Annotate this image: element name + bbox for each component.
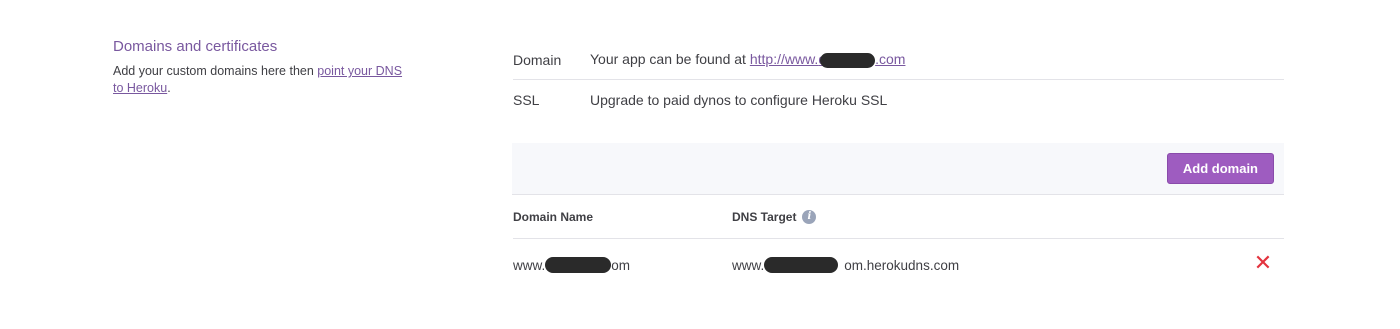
domains-table-header: Domain Name DNS Target i [513, 195, 1284, 239]
ssl-info-text: Upgrade to paid dynos to configure Herok… [590, 92, 888, 108]
header-dns-target: DNS Target i [732, 209, 817, 224]
section-description-end: . [167, 81, 171, 95]
header-domain-name: Domain Name [513, 209, 594, 224]
dns-target-cell: www. om.herokudns.com [732, 257, 959, 273]
domain-name-cell: www. om [513, 257, 732, 273]
domains-panel: Domain Your app can be found at http://w… [512, 40, 1284, 291]
ssl-label: SSL [513, 92, 540, 108]
target-suffix: om.herokudns.com [844, 257, 960, 273]
domains-toolbar: Add domain [512, 143, 1284, 195]
delete-domain-icon[interactable]: ✕ [1252, 253, 1274, 275]
section-info: Domains and certificates Add your custom… [113, 38, 413, 97]
redaction-mark [764, 257, 839, 273]
domain-info-value: Your app can be found at http://www.d.co… [590, 51, 905, 68]
domain-info-text: Your app can be found at [590, 51, 750, 68]
redaction-mark [820, 52, 876, 68]
section-title: Domains and certificates [113, 38, 278, 55]
table-row: www. om www. om.herokudns.com ✕ [513, 239, 1284, 291]
domain-label: Domain [513, 51, 562, 68]
info-icon[interactable]: i [802, 209, 817, 224]
domain-suffix: om [611, 257, 631, 273]
app-url-prefix: http://www. [749, 51, 819, 68]
app-url-link[interactable]: http://www.d.com [749, 51, 906, 68]
add-domain-button[interactable]: Add domain [1166, 153, 1274, 184]
section-description: Add your custom domains here then point … [113, 63, 413, 97]
redaction-mark [545, 257, 612, 273]
target-prefix: www. [732, 257, 765, 273]
app-url-suffix: .com [875, 51, 906, 68]
section-description-text: Add your custom domains here then [113, 64, 318, 78]
domain-prefix: www. [513, 257, 546, 273]
ssl-info-row: SSL Upgrade to paid dynos to configure H… [513, 80, 1284, 120]
domain-info-row: Domain Your app can be found at http://w… [513, 40, 1284, 80]
header-dns-target-label: DNS Target [732, 209, 797, 224]
